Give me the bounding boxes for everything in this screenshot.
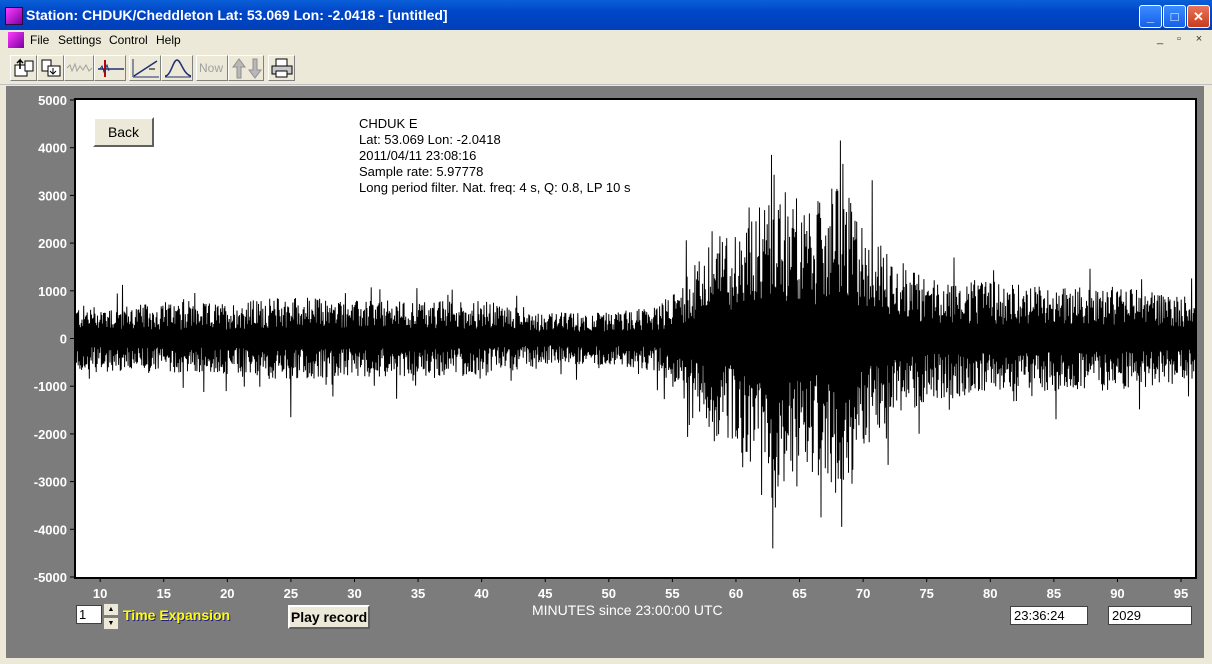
time-expansion-label: Time Expansion — [123, 607, 231, 623]
x-tick-label: 60 — [729, 586, 743, 601]
seismogram-chart: 5000 4000 3000 2000 1000 0 -1000 -2000 -3000 -400… — [34, 93, 1197, 601]
spin-down-button[interactable]: ▼ — [103, 617, 119, 630]
station-channel: CHDUK E — [359, 116, 418, 131]
y-tick-label: 2000 — [38, 236, 67, 251]
x-tick-label: 90 — [1110, 586, 1124, 601]
x-axis-caption: MINUTES since 23:00:00 UTC — [532, 602, 723, 618]
time-expansion-input[interactable]: 1 — [76, 605, 102, 624]
time-readout[interactable]: 23:36:24 — [1010, 606, 1088, 625]
x-tick-label: 15 — [157, 586, 171, 601]
spin-up-button[interactable]: ▲ — [103, 603, 119, 616]
x-tick-label: 40 — [474, 586, 488, 601]
y-tick-label: 1000 — [38, 284, 67, 299]
x-tick-label: 55 — [665, 586, 679, 601]
y-tick-label: 4000 — [38, 141, 67, 156]
record-info: CHDUK E Lat: 53.069 Lon: -2.0418 2011/04… — [359, 116, 630, 196]
station-location: Lat: 53.069 Lon: -2.0418 — [359, 132, 501, 147]
x-tick-label: 25 — [284, 586, 298, 601]
y-tick-label: 0 — [60, 332, 67, 347]
y-tick-label: 3000 — [38, 188, 67, 203]
y-tick-label: -4000 — [34, 522, 67, 537]
y-tick-label: -1000 — [34, 379, 67, 394]
y-tick-label: -5000 — [34, 570, 67, 585]
x-tick-label: 10 — [93, 586, 107, 601]
record-datetime: 2011/04/11 23:08:16 — [359, 148, 477, 163]
x-tick-label: 70 — [856, 586, 870, 601]
x-tick-label: 30 — [347, 586, 361, 601]
x-tick-label: 65 — [792, 586, 806, 601]
sample-rate: Sample rate: 5.97778 — [359, 164, 484, 179]
x-tick-label: 45 — [538, 586, 552, 601]
x-tick-label: 95 — [1174, 586, 1188, 601]
x-tick-label: 85 — [1047, 586, 1061, 601]
x-tick-label: 80 — [983, 586, 997, 601]
back-button[interactable]: Back — [93, 117, 154, 147]
count-readout[interactable]: 2029 — [1108, 606, 1192, 625]
triangle-down-icon: ▼ — [107, 620, 115, 627]
play-record-button[interactable]: Play record — [288, 605, 370, 629]
x-tick-label: 75 — [919, 586, 933, 601]
x-tick-label: 50 — [602, 586, 616, 601]
y-tick-label: -3000 — [34, 475, 67, 490]
x-tick-label: 20 — [220, 586, 234, 601]
y-tick-label: 5000 — [38, 93, 67, 108]
triangle-up-icon: ▲ — [107, 606, 115, 613]
filter-description: Long period filter. Nat. freq: 4 s, Q: 0… — [359, 180, 631, 195]
x-tick-label: 35 — [411, 586, 425, 601]
y-tick-label: -2000 — [34, 427, 67, 442]
